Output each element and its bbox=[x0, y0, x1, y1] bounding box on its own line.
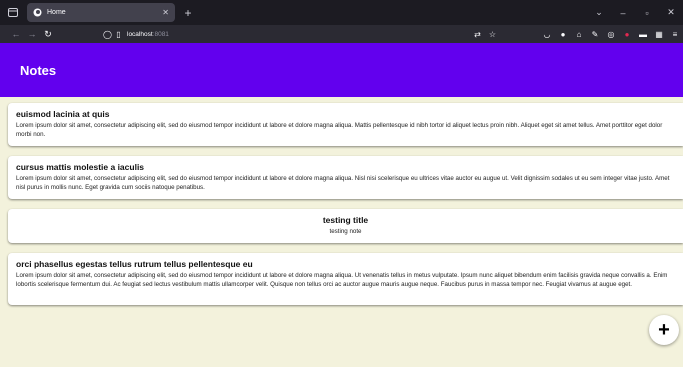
firefox-favicon-icon bbox=[33, 8, 42, 17]
pocket-icon[interactable]: ◡ bbox=[539, 30, 555, 39]
new-tab-icon[interactable]: + bbox=[181, 6, 195, 20]
tab-close-icon[interactable]: ✕ bbox=[162, 8, 169, 17]
tab-list-icon[interactable] bbox=[5, 5, 21, 21]
addon-icon[interactable]: ✎ bbox=[587, 30, 603, 39]
shield-icon[interactable]: ◯ bbox=[102, 30, 113, 39]
note-title: cursus mattis molestie a iaculis bbox=[16, 162, 145, 172]
page-title: Notes bbox=[20, 62, 57, 78]
note-card[interactable]: euismod lacinia at quis Lorem ipsum dolo… bbox=[8, 103, 683, 146]
note-content: testing note bbox=[329, 228, 362, 235]
browser-nav-bar: ← → ↻ ◯ ▯ localhost :8081 ⇄ ☆ ◡ ● ⌂ ✎ ◎ … bbox=[0, 25, 683, 43]
addon-car-icon[interactable]: ▬ bbox=[635, 30, 651, 39]
plus-icon: + bbox=[658, 319, 670, 341]
toolbar-icons: ◡ ● ⌂ ✎ ◎ ● ▬ ▦ ≡ bbox=[539, 25, 683, 43]
note-title: testing title bbox=[322, 215, 369, 225]
forward-arrow-icon[interactable]: → bbox=[24, 29, 40, 39]
note-content: Lorem ipsum dolor sit amet, consectetur … bbox=[16, 175, 670, 191]
note-card[interactable]: testing title testing note bbox=[8, 209, 683, 243]
account-icon[interactable]: ● bbox=[555, 30, 571, 39]
tab-overflow-chevron-icon[interactable]: ⌄ bbox=[587, 7, 611, 18]
tab-title: Home bbox=[47, 9, 66, 16]
note-list: euismod lacinia at quis Lorem ipsum dolo… bbox=[8, 103, 683, 315]
restore-window-icon[interactable]: ▫ bbox=[635, 8, 659, 18]
note-content: Lorem ipsum dolor sit amet, consectetur … bbox=[16, 122, 663, 138]
close-window-icon[interactable]: ✕ bbox=[659, 7, 683, 18]
url-bar[interactable]: ◯ ▯ localhost :8081 ⇄ ☆ bbox=[102, 27, 506, 41]
addon-ring-icon[interactable]: ◎ bbox=[603, 30, 619, 39]
note-card[interactable]: orci phasellus egestas tellus rutrum tel… bbox=[8, 253, 683, 305]
menu-icon[interactable]: ≡ bbox=[667, 30, 683, 39]
extensions-icon[interactable]: ⌂ bbox=[571, 30, 587, 39]
apps-grid-icon[interactable]: ▦ bbox=[651, 30, 667, 39]
note-title: orci phasellus egestas tellus rutrum tel… bbox=[16, 259, 253, 269]
url-port: :8081 bbox=[152, 30, 169, 38]
url-actions: ⇄ ☆ bbox=[474, 27, 496, 41]
page-icon: ▯ bbox=[116, 29, 121, 39]
note-title: euismod lacinia at quis bbox=[16, 109, 110, 119]
ublock-icon[interactable]: ● bbox=[619, 30, 635, 39]
browser-tab-bar: Home ✕ + ⌄ – ▫ ✕ bbox=[0, 0, 683, 25]
translate-icon[interactable]: ⇄ bbox=[474, 30, 481, 39]
note-card[interactable]: cursus mattis molestie a iaculis Lorem i… bbox=[8, 156, 683, 199]
window-controls: ⌄ – ▫ ✕ bbox=[587, 0, 683, 25]
bookmark-star-icon[interactable]: ☆ bbox=[489, 30, 496, 39]
minimize-window-icon[interactable]: – bbox=[611, 8, 635, 18]
app-header: Notes bbox=[0, 43, 683, 97]
note-content: Lorem ipsum dolor sit amet, consectetur … bbox=[16, 272, 668, 288]
browser-tab-home[interactable]: Home ✕ bbox=[27, 3, 175, 22]
add-note-button[interactable]: + bbox=[649, 315, 679, 345]
url-host: localhost bbox=[127, 30, 153, 38]
reload-icon[interactable]: ↻ bbox=[40, 29, 56, 40]
back-arrow-icon[interactable]: ← bbox=[8, 29, 24, 39]
